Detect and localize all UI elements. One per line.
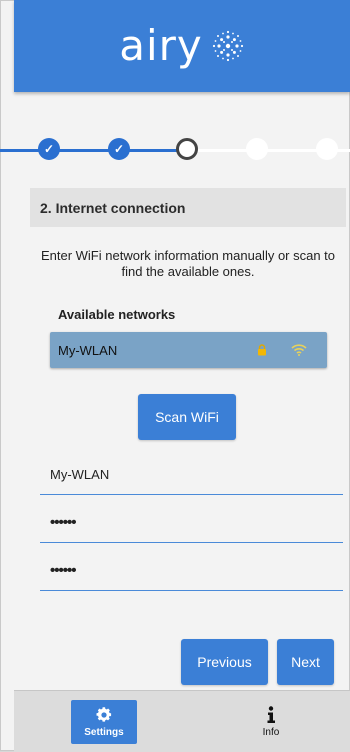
intro-text: Enter WiFi network information manually … — [40, 248, 336, 279]
tab-settings[interactable]: Settings — [71, 700, 137, 744]
next-label: Next — [291, 654, 320, 670]
lock-icon — [258, 344, 266, 356]
app-screen: airy ✓ ✓ 2. Internet connection Enter Wi… — [0, 0, 350, 752]
network-name: My-WLAN — [58, 342, 118, 358]
password-field[interactable]: •••••• — [40, 503, 343, 543]
app-header: airy — [14, 0, 350, 92]
network-row[interactable]: My-WLAN — [50, 332, 327, 368]
step-connector — [0, 149, 186, 152]
tab-info-label: Info — [262, 727, 280, 738]
section-title: 2. Internet connection — [30, 188, 346, 227]
password-confirm-value: •••••• — [50, 562, 76, 579]
check-icon: ✓ — [113, 142, 125, 156]
ssid-value: My-WLAN — [50, 467, 110, 482]
sun-logo-icon — [212, 30, 243, 62]
tab-info[interactable]: Info — [238, 700, 304, 744]
step-1-done[interactable]: ✓ — [38, 138, 60, 160]
step-2-done[interactable]: ✓ — [108, 138, 130, 160]
app-logo: airy — [119, 21, 203, 70]
info-icon — [267, 706, 275, 723]
password-confirm-field[interactable]: •••••• — [40, 551, 343, 591]
step-5-todo — [316, 138, 338, 160]
wizard-stepper: ✓ ✓ — [0, 128, 350, 172]
bottom-tab-bar: Settings Info — [14, 690, 350, 752]
previous-label: Previous — [197, 654, 252, 670]
check-icon: ✓ — [43, 142, 55, 156]
scan-wifi-label: Scan WiFi — [155, 409, 219, 425]
available-networks-label: Available networks — [58, 307, 176, 322]
wifi-icon — [291, 344, 307, 356]
scan-wifi-button[interactable]: Scan WiFi — [138, 394, 236, 440]
ssid-field[interactable]: My-WLAN — [40, 455, 343, 495]
tab-settings-label: Settings — [84, 727, 124, 738]
next-button[interactable]: Next — [277, 639, 334, 685]
gear-icon — [96, 707, 112, 722]
previous-button[interactable]: Previous — [181, 639, 268, 685]
password-value: •••••• — [50, 514, 76, 531]
step-3-current[interactable] — [176, 138, 198, 160]
step-4-todo — [246, 138, 268, 160]
